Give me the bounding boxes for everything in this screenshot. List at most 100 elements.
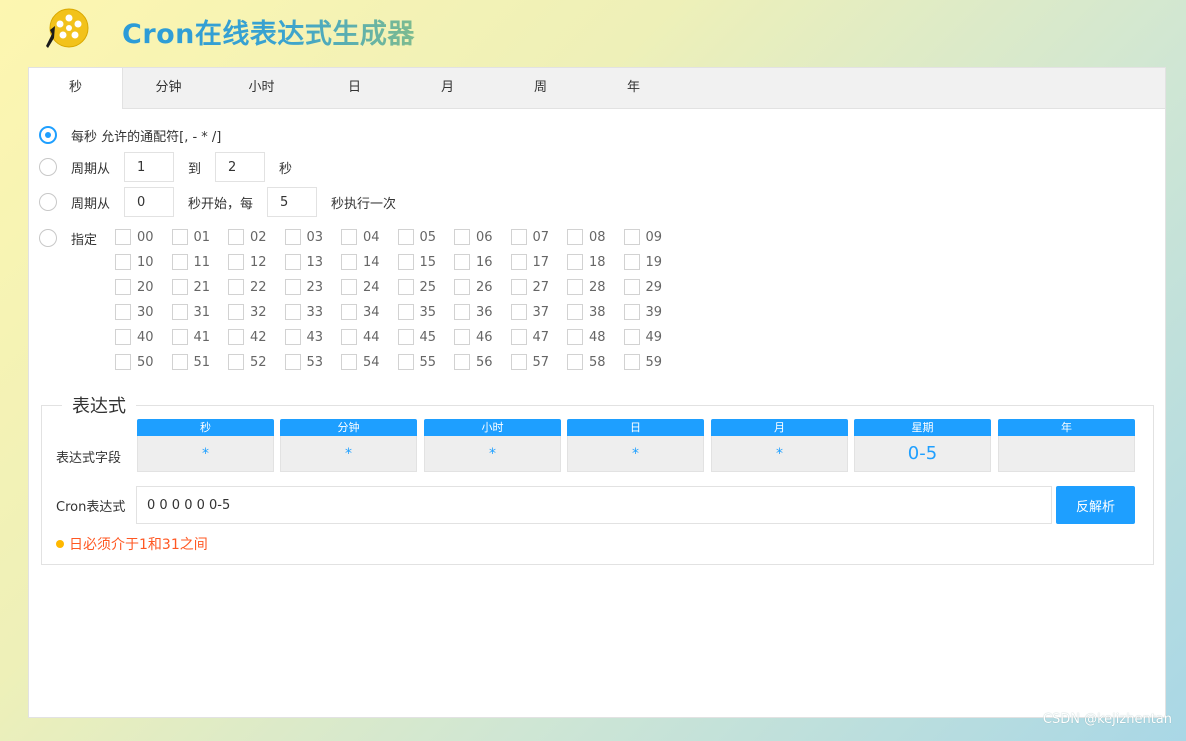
checkbox[interactable]	[510, 254, 527, 270]
checkbox[interactable]	[115, 279, 131, 295]
second-checkbox-item[interactable]: 59	[623, 352, 680, 372]
second-checkbox-item[interactable]: 47	[510, 327, 567, 347]
tab-month[interactable]: 月	[401, 68, 494, 108]
second-checkbox-item[interactable]: 48	[567, 327, 623, 347]
checkbox[interactable]	[454, 329, 470, 345]
second-checkbox-item[interactable]: 33	[284, 302, 341, 322]
second-checkbox-item[interactable]: 30	[115, 302, 171, 322]
range-to-input[interactable]	[215, 152, 266, 182]
checkbox[interactable]	[284, 254, 301, 270]
second-checkbox-item[interactable]: 27	[510, 277, 567, 297]
checkbox[interactable]	[567, 254, 583, 270]
second-checkbox-item[interactable]: 28	[567, 277, 623, 297]
second-checkbox-item[interactable]: 05	[397, 227, 454, 247]
checkbox[interactable]	[454, 279, 470, 295]
checkbox[interactable]	[228, 279, 244, 295]
checkbox[interactable]	[510, 304, 527, 320]
checkbox[interactable]	[115, 229, 131, 245]
second-checkbox-item[interactable]: 07	[510, 227, 567, 247]
second-checkbox-item[interactable]: 22	[228, 277, 284, 297]
second-checkbox-item[interactable]: 08	[567, 227, 623, 247]
second-checkbox-item[interactable]: 01	[171, 227, 228, 247]
radio-step[interactable]	[39, 193, 57, 211]
second-checkbox-item[interactable]: 54	[341, 352, 397, 372]
second-checkbox-item[interactable]: 25	[397, 277, 454, 297]
second-checkbox-item[interactable]: 46	[454, 327, 510, 347]
reverse-parse-button[interactable]: 反解析	[1056, 486, 1135, 524]
checkbox[interactable]	[567, 279, 583, 295]
second-checkbox-item[interactable]: 39	[623, 302, 680, 322]
range-from-input[interactable]	[124, 152, 175, 182]
checkbox[interactable]	[341, 354, 357, 370]
tab-second[interactable]: 秒	[29, 68, 123, 109]
second-checkbox-item[interactable]: 17	[510, 252, 567, 272]
checkbox[interactable]	[341, 229, 357, 245]
checkbox[interactable]	[623, 304, 640, 320]
checkbox[interactable]	[623, 254, 640, 270]
checkbox[interactable]	[623, 329, 640, 345]
checkbox[interactable]	[567, 304, 583, 320]
tab-day[interactable]: 日	[308, 68, 401, 108]
checkbox[interactable]	[115, 254, 131, 270]
second-checkbox-item[interactable]: 24	[341, 277, 397, 297]
checkbox[interactable]	[454, 229, 470, 245]
checkbox[interactable]	[115, 304, 131, 320]
checkbox[interactable]	[623, 279, 640, 295]
checkbox[interactable]	[171, 229, 188, 245]
checkbox[interactable]	[171, 329, 188, 345]
second-checkbox-item[interactable]: 38	[567, 302, 623, 322]
second-checkbox-item[interactable]: 21	[171, 277, 228, 297]
checkbox[interactable]	[397, 329, 414, 345]
radio-every[interactable]	[39, 126, 57, 144]
checkbox[interactable]	[510, 329, 527, 345]
checkbox[interactable]	[171, 354, 188, 370]
checkbox[interactable]	[341, 254, 357, 270]
checkbox[interactable]	[228, 329, 244, 345]
second-checkbox-item[interactable]: 04	[341, 227, 397, 247]
checkbox[interactable]	[284, 229, 301, 245]
checkbox[interactable]	[284, 304, 301, 320]
checkbox[interactable]	[228, 229, 244, 245]
checkbox[interactable]	[397, 254, 414, 270]
checkbox[interactable]	[341, 279, 357, 295]
second-checkbox-item[interactable]: 58	[567, 352, 623, 372]
checkbox[interactable]	[397, 304, 414, 320]
second-checkbox-item[interactable]: 49	[623, 327, 680, 347]
checkbox[interactable]	[454, 304, 470, 320]
second-checkbox-item[interactable]: 19	[623, 252, 680, 272]
checkbox[interactable]	[510, 229, 527, 245]
second-checkbox-item[interactable]: 03	[284, 227, 341, 247]
tab-minute[interactable]: 分钟	[122, 68, 215, 108]
second-checkbox-item[interactable]: 29	[623, 277, 680, 297]
checkbox[interactable]	[623, 354, 640, 370]
second-checkbox-item[interactable]: 50	[115, 352, 171, 372]
checkbox[interactable]	[284, 354, 301, 370]
checkbox[interactable]	[454, 354, 470, 370]
second-checkbox-item[interactable]: 55	[397, 352, 454, 372]
checkbox[interactable]	[284, 279, 301, 295]
checkbox[interactable]	[510, 279, 527, 295]
step-start-input[interactable]	[124, 187, 175, 217]
second-checkbox-item[interactable]: 00	[115, 227, 171, 247]
second-checkbox-item[interactable]: 34	[341, 302, 397, 322]
checkbox[interactable]	[454, 254, 470, 270]
second-checkbox-item[interactable]: 02	[228, 227, 284, 247]
checkbox[interactable]	[171, 254, 188, 270]
second-checkbox-item[interactable]: 35	[397, 302, 454, 322]
checkbox[interactable]	[228, 254, 244, 270]
second-checkbox-item[interactable]: 42	[228, 327, 284, 347]
checkbox[interactable]	[115, 354, 131, 370]
checkbox[interactable]	[171, 304, 188, 320]
checkbox[interactable]	[284, 329, 301, 345]
second-checkbox-item[interactable]: 10	[115, 252, 171, 272]
second-checkbox-item[interactable]: 26	[454, 277, 510, 297]
checkbox[interactable]	[567, 229, 583, 245]
checkbox[interactable]	[397, 279, 414, 295]
second-checkbox-item[interactable]: 41	[171, 327, 228, 347]
checkbox[interactable]	[397, 229, 414, 245]
second-checkbox-item[interactable]: 31	[171, 302, 228, 322]
checkbox[interactable]	[510, 354, 527, 370]
second-checkbox-item[interactable]: 36	[454, 302, 510, 322]
tab-year[interactable]: 年	[587, 68, 680, 108]
second-checkbox-item[interactable]: 43	[284, 327, 341, 347]
